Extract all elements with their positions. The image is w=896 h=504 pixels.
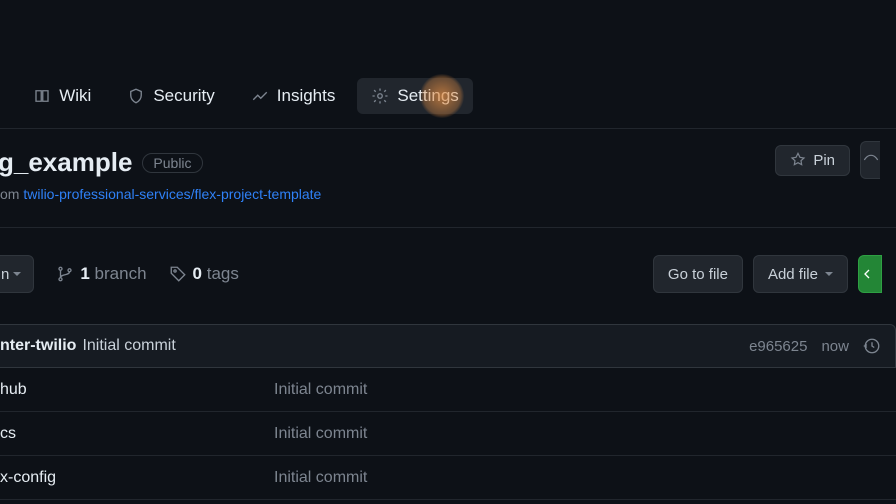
commit-author[interactable]: nter-twilio bbox=[0, 337, 76, 355]
gear-icon bbox=[371, 87, 389, 105]
git-branch-icon bbox=[56, 265, 74, 283]
tab-label: Insights bbox=[277, 86, 336, 106]
branch-count-label: branch bbox=[95, 264, 147, 283]
tag-count-number: 0 bbox=[193, 264, 202, 283]
file-row[interactable]: x-config Initial commit bbox=[0, 456, 896, 500]
file-row[interactable]: cs Initial commit bbox=[0, 412, 896, 456]
branch-count-number: 1 bbox=[80, 264, 89, 283]
fork-prefix: om bbox=[0, 186, 23, 202]
visibility-badge: Public bbox=[142, 153, 202, 173]
tab-settings[interactable]: Settings bbox=[357, 78, 472, 114]
file-commit-message[interactable]: Initial commit bbox=[274, 469, 367, 487]
graph-icon bbox=[251, 87, 269, 105]
repo-header: g_example Public om twilio-professional-… bbox=[0, 128, 896, 228]
file-name[interactable]: x-config bbox=[0, 469, 274, 487]
branch-count[interactable]: 1 branch bbox=[56, 264, 146, 284]
tab-label: Wiki bbox=[59, 86, 91, 106]
branch-selector[interactable]: n bbox=[0, 255, 34, 293]
tab-label: Settings bbox=[397, 86, 458, 106]
shield-icon bbox=[127, 87, 145, 105]
file-commit-message[interactable]: Initial commit bbox=[274, 381, 367, 399]
tag-icon bbox=[169, 265, 187, 283]
file-commit-message[interactable]: Initial commit bbox=[274, 425, 367, 443]
tag-count[interactable]: 0 tags bbox=[169, 264, 239, 284]
tab-label: Security bbox=[153, 86, 214, 106]
latest-commit-bar[interactable]: nter-twilio Initial commit e965625 now bbox=[0, 324, 896, 368]
book-icon bbox=[33, 87, 51, 105]
fork-source-link[interactable]: twilio-professional-services/flex-projec… bbox=[23, 186, 321, 202]
repo-nav-tabs: ts Wiki Security Insights Settings bbox=[0, 72, 896, 120]
commit-sha[interactable]: e965625 bbox=[749, 338, 807, 355]
code-button-partial[interactable] bbox=[858, 255, 882, 293]
tab-insights[interactable]: Insights bbox=[237, 78, 350, 114]
tag-count-label: tags bbox=[207, 264, 239, 283]
file-row[interactable]: hub Initial commit bbox=[0, 368, 896, 412]
pin-icon bbox=[790, 152, 806, 168]
tab-security[interactable]: Security bbox=[113, 78, 228, 114]
history-icon[interactable] bbox=[863, 337, 881, 355]
tab-wiki[interactable]: Wiki bbox=[19, 78, 105, 114]
go-to-file-label: Go to file bbox=[668, 266, 728, 283]
fork-info: om twilio-professional-services/flex-pro… bbox=[0, 186, 896, 202]
repo-name[interactable]: g_example bbox=[0, 147, 132, 178]
file-name[interactable]: cs bbox=[0, 425, 274, 443]
commit-time[interactable]: now bbox=[821, 338, 849, 355]
eye-icon bbox=[863, 152, 879, 168]
pin-button[interactable]: Pin bbox=[775, 145, 850, 176]
branch-name-fragment: n bbox=[1, 266, 9, 283]
chevron-down-icon bbox=[825, 272, 833, 276]
file-name[interactable]: hub bbox=[0, 381, 274, 399]
branch-row: n 1 branch 0 tags Go to file Add file bbox=[0, 252, 896, 296]
code-icon bbox=[863, 266, 879, 282]
pin-label: Pin bbox=[813, 152, 835, 169]
add-file-label: Add file bbox=[768, 266, 818, 283]
tab-projects-partial[interactable]: ts bbox=[0, 78, 11, 114]
add-file-button[interactable]: Add file bbox=[753, 255, 848, 293]
chevron-down-icon bbox=[13, 272, 21, 276]
commit-message[interactable]: Initial commit bbox=[82, 337, 175, 355]
watch-button-partial[interactable] bbox=[860, 141, 880, 179]
file-list: hub Initial commit cs Initial commit x-c… bbox=[0, 368, 896, 500]
go-to-file-button[interactable]: Go to file bbox=[653, 255, 743, 293]
